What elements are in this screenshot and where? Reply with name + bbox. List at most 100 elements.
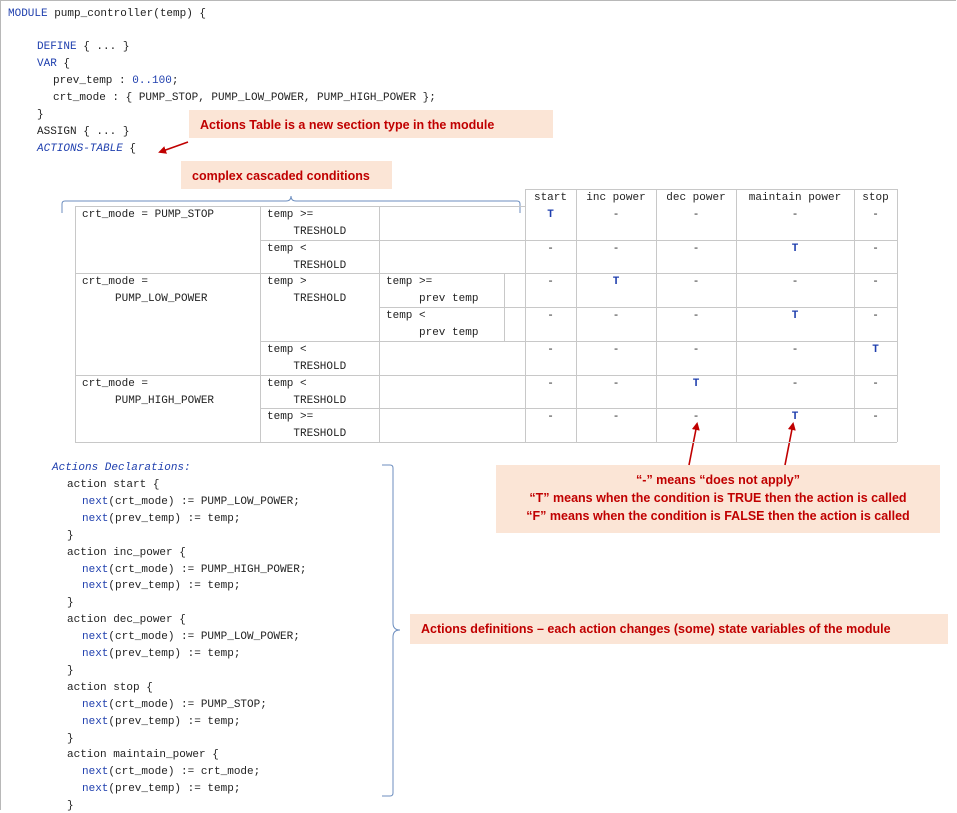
- next-keyword: next: [82, 648, 109, 660]
- table-bottom-line: [75, 441, 897, 443]
- next-keyword: next: [82, 495, 109, 508]
- action-assign-temp: next(prev_temp) := temp;: [82, 579, 240, 593]
- condition-temp-threshold: temp < TRESHOLD: [267, 343, 347, 373]
- cell-value: -: [692, 242, 700, 255]
- action-assign-temp: next(prev_temp) := temp;: [82, 512, 240, 526]
- action-name: inc_power {: [106, 546, 186, 559]
- action-col-line: [736, 189, 737, 442]
- action-close: }: [67, 529, 74, 542]
- action-assign-mode: next(crt_mode) := PUMP_LOW_POWER;: [82, 630, 300, 644]
- assignment: (prev_temp) := temp;: [108, 648, 241, 660]
- cell-value: -: [872, 310, 879, 323]
- assignment: (prev_temp) := temp;: [108, 512, 241, 525]
- cell-value: -: [872, 377, 879, 390]
- cell-value: -: [547, 310, 554, 323]
- header-start: start: [533, 192, 567, 204]
- cell-value: -: [872, 209, 879, 221]
- cell-value: -: [692, 310, 700, 323]
- cell-value: -: [547, 276, 554, 289]
- action-keyword: action: [67, 479, 107, 491]
- assignment: (prev_temp) := temp;: [108, 715, 241, 728]
- cell-value: -: [791, 343, 799, 356]
- action-assign-mode: next(crt_mode) := crt_mode;: [82, 765, 260, 779]
- action-close: }: [67, 732, 74, 745]
- action-header: action maintain_power {: [67, 748, 219, 762]
- cell-value: T: [547, 209, 554, 221]
- condition-temp-threshold: temp >= TRESHOLD: [267, 411, 347, 441]
- action-header: action dec_power {: [67, 613, 186, 627]
- assignment: (crt_mode) := PUMP_STOP;: [108, 698, 267, 711]
- condition-temp-threshold: temp < TRESHOLD: [267, 242, 347, 272]
- action-keyword: action: [67, 749, 107, 762]
- arrow-to-T: [784, 422, 796, 466]
- cell-value: -: [692, 276, 700, 289]
- cell-value: -: [692, 209, 700, 221]
- condition-temp-prev: temp >= prev temp: [386, 276, 479, 306]
- condition-mode-low: crt_mode = PUMP_LOW_POWER: [82, 276, 208, 306]
- cell-value: -: [547, 377, 554, 390]
- action-col-line: [576, 189, 577, 442]
- arrow-to-dash: [688, 422, 700, 466]
- cell-value: -: [612, 310, 620, 323]
- cell-value: T: [791, 411, 799, 424]
- actions-declarations-title: Actions Declarations:: [52, 462, 191, 474]
- condition-temp-threshold: temp >= TRESHOLD: [267, 209, 347, 238]
- next-keyword: next: [82, 715, 109, 728]
- condition-mode-stop: crt_mode = PUMP_STOP: [82, 209, 215, 221]
- next-keyword: next: [82, 580, 109, 593]
- cell-value: -: [547, 411, 554, 424]
- cell-value: -: [547, 343, 554, 356]
- condition-temp-threshold: temp > TRESHOLD: [267, 276, 347, 306]
- cell-value: -: [612, 209, 620, 221]
- assignment: (prev_temp) := temp;: [108, 580, 241, 593]
- action-header: action inc_power {: [67, 546, 186, 560]
- cond-left-line: [75, 206, 76, 442]
- action-name: stop {: [106, 681, 153, 694]
- cell-value: -: [612, 411, 620, 424]
- header-inc-power: inc power: [586, 192, 646, 204]
- action-assign-mode: next(crt_mode) := PUMP_HIGH_POWER;: [82, 563, 306, 577]
- cell-value: T: [791, 242, 799, 255]
- action-close-line: }: [67, 664, 74, 678]
- cell-value: -: [872, 411, 879, 424]
- condition-temp-threshold: temp < TRESHOLD: [267, 377, 347, 407]
- next-keyword: next: [82, 698, 109, 711]
- action-assign-mode: next(crt_mode) := PUMP_LOW_POWER;: [82, 495, 300, 509]
- assignment: (crt_mode) := crt_mode;: [108, 766, 261, 779]
- cell-value: T: [692, 377, 700, 390]
- header-dec-power: dec power: [666, 192, 726, 204]
- cell-value: T: [612, 276, 620, 289]
- next-keyword: next: [82, 631, 109, 644]
- action-close-line: }: [67, 529, 74, 543]
- action-keyword: action: [67, 546, 107, 559]
- action-col-line: [897, 189, 898, 442]
- cell-value: T: [872, 343, 879, 356]
- action-name: maintain_power {: [106, 749, 219, 762]
- assignment: (crt_mode) := PUMP_LOW_POWER;: [108, 631, 300, 644]
- action-col-line: [656, 189, 657, 442]
- action-close: }: [67, 800, 74, 813]
- next-keyword: next: [82, 766, 109, 779]
- cell-value: -: [872, 242, 879, 255]
- cell-value: -: [612, 343, 620, 356]
- action-assign-temp: next(prev_temp) := temp;: [82, 782, 240, 796]
- action-close-line: }: [67, 596, 74, 610]
- cell-value: T: [791, 310, 799, 323]
- action-header: action stop {: [67, 681, 153, 695]
- action-close: }: [67, 597, 74, 610]
- cell-value: -: [547, 242, 554, 255]
- action-keyword: action: [67, 614, 107, 627]
- brace-actions: [382, 464, 401, 797]
- action-header: action start {: [67, 478, 159, 492]
- action-close-line: }: [67, 732, 74, 746]
- action-name: dec_power {: [106, 614, 186, 627]
- action-keyword: action: [67, 681, 107, 694]
- condition-temp-prev: temp < prev temp: [386, 310, 479, 340]
- cell-value: -: [872, 276, 879, 289]
- action-assign-mode: next(crt_mode) := PUMP_STOP;: [82, 698, 267, 712]
- action-assign-temp: next(prev_temp) := temp;: [82, 647, 240, 661]
- assignment: (crt_mode) := PUMP_HIGH_POWER;: [108, 563, 307, 576]
- cell-value: -: [791, 377, 799, 390]
- cell-value: -: [692, 343, 700, 356]
- action-close: }: [67, 664, 74, 677]
